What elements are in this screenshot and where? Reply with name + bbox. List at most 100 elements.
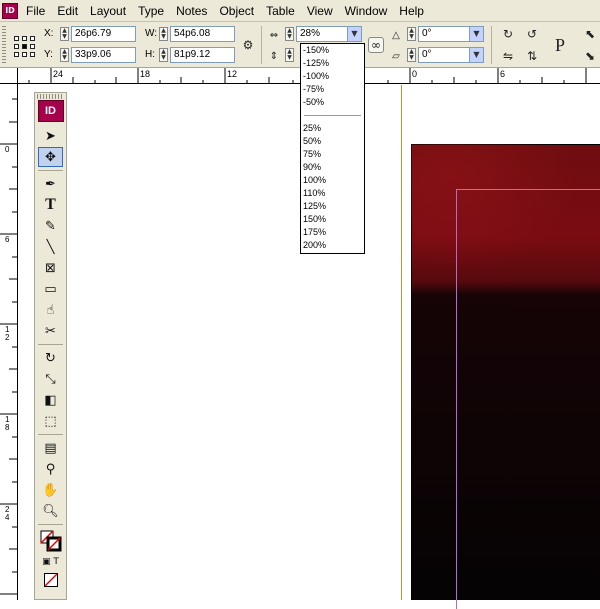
w-field[interactable]: 54p6.08 bbox=[170, 26, 235, 42]
ruler-ticks bbox=[0, 98, 17, 595]
x-field[interactable]: 26p6.79 bbox=[71, 26, 136, 42]
menu-layout[interactable]: Layout bbox=[84, 0, 132, 22]
zoom-option[interactable]: -75% bbox=[301, 83, 364, 96]
hruler-label: 18 bbox=[140, 69, 151, 79]
pencil-tool-icon[interactable]: ✎ bbox=[38, 216, 63, 236]
apply-none-icon[interactable] bbox=[38, 570, 63, 590]
zoom-option[interactable]: 75% bbox=[301, 148, 364, 161]
rotate-stepper[interactable]: ▲ ▼ bbox=[407, 27, 416, 41]
hand-tool-icon[interactable]: ✋ bbox=[38, 480, 63, 500]
vruler-label: 12 bbox=[5, 325, 10, 342]
button-tool-icon[interactable]: ☝ bbox=[38, 300, 63, 320]
scale-x-stepper[interactable]: ▲ ▼ bbox=[285, 27, 294, 41]
free-transform-tool-icon[interactable]: ⬚ bbox=[38, 411, 63, 431]
scale-y-stepper[interactable]: ▲ ▼ bbox=[285, 48, 294, 62]
gradient-tool-icon[interactable]: ◧ bbox=[38, 390, 63, 410]
scale-dropdown-list: -150% -125% -100% -75% -50% 25% 50% 75% … bbox=[300, 43, 365, 254]
eyedropper-tool-icon[interactable]: ⚲ bbox=[38, 459, 63, 479]
y-stepper[interactable]: ▲ ▼ bbox=[60, 48, 69, 62]
rectangle-frame-tool-icon[interactable]: ⊠ bbox=[38, 258, 63, 278]
y-label: Y: bbox=[44, 49, 53, 60]
zoom-option[interactable]: -100% bbox=[301, 70, 364, 83]
menu-type[interactable]: Type bbox=[132, 0, 170, 22]
link-icon[interactable]: ∞ bbox=[368, 37, 384, 53]
zoom-option[interactable]: 175% bbox=[301, 226, 364, 239]
shear-field[interactable]: 0° bbox=[418, 47, 470, 63]
scissors-tool-icon[interactable]: ✂ bbox=[38, 321, 63, 341]
flip-vertical-icon[interactable]: ⇅ bbox=[524, 48, 540, 64]
x-stepper[interactable]: ▲ ▼ bbox=[60, 27, 69, 41]
hruler-label: 24 bbox=[53, 69, 64, 79]
dropdown-separator bbox=[304, 115, 361, 116]
line-tool-icon[interactable]: ╲ bbox=[38, 237, 63, 257]
scale-tool-icon[interactable]: ⤡ bbox=[38, 369, 63, 389]
divider bbox=[491, 26, 492, 64]
zoom-option[interactable]: 90% bbox=[301, 161, 364, 174]
flip-horizontal-icon[interactable]: ⇋ bbox=[500, 48, 516, 64]
zoom-option[interactable]: 25% bbox=[301, 122, 364, 135]
zoom-option[interactable]: -150% bbox=[301, 44, 364, 57]
reference-point-selector[interactable] bbox=[14, 36, 36, 58]
direct-selection-tool-icon[interactable]: ✥ bbox=[38, 147, 63, 167]
vertical-ruler[interactable]: 0 6 12 18 24 bbox=[0, 84, 18, 600]
menu-file[interactable]: File bbox=[20, 0, 51, 22]
select-container-icon[interactable]: ⬉ bbox=[582, 26, 598, 42]
vruler-label: 24 bbox=[5, 505, 10, 522]
divider bbox=[261, 26, 262, 64]
w-stepper[interactable]: ▲ ▼ bbox=[159, 27, 168, 41]
scale-x-dropdown-button[interactable]: ▼ bbox=[347, 26, 362, 42]
note-tool-icon[interactable]: ▤ bbox=[38, 438, 63, 458]
app-icon[interactable]: ID bbox=[2, 2, 18, 19]
ruler-origin[interactable] bbox=[0, 68, 18, 84]
formatting-container-text-icon[interactable]: ▣ T bbox=[38, 555, 63, 569]
y-field[interactable]: 33p9.06 bbox=[71, 47, 136, 63]
scale-x-field[interactable]: 28% bbox=[296, 26, 348, 42]
rotate-dropdown-button[interactable]: ▼ bbox=[469, 26, 484, 42]
menu-table[interactable]: Table bbox=[260, 0, 301, 22]
zoom-option[interactable]: 150% bbox=[301, 213, 364, 226]
select-content-icon[interactable]: ⬊ bbox=[582, 48, 598, 64]
tool-separator bbox=[38, 344, 63, 345]
h-label: H: bbox=[145, 49, 155, 60]
menu-notes[interactable]: Notes bbox=[170, 0, 213, 22]
pen-tool-icon[interactable]: ✒ bbox=[38, 174, 63, 194]
zoom-option[interactable]: -125% bbox=[301, 57, 364, 70]
indesign-logo: ID bbox=[37, 100, 64, 122]
rotate-cw-icon[interactable]: ↻ bbox=[500, 26, 516, 42]
shear-stepper[interactable]: ▲ ▼ bbox=[407, 48, 416, 62]
zoom-option[interactable]: 125% bbox=[301, 200, 364, 213]
menu-help[interactable]: Help bbox=[393, 0, 430, 22]
zoom-option[interactable]: 200% bbox=[301, 239, 364, 252]
menu-edit[interactable]: Edit bbox=[51, 0, 84, 22]
rectangle-tool-icon[interactable]: ▭ bbox=[38, 279, 63, 299]
zoom-option[interactable]: 50% bbox=[301, 135, 364, 148]
zoom-option[interactable]: 100% bbox=[301, 174, 364, 187]
shear-dropdown-button[interactable]: ▼ bbox=[469, 47, 484, 63]
tool-separator bbox=[38, 524, 63, 525]
selection-tool-icon[interactable]: ➤ bbox=[38, 126, 63, 146]
tool-separator bbox=[38, 170, 63, 171]
page-edge bbox=[401, 85, 402, 600]
menu-window[interactable]: Window bbox=[339, 0, 394, 22]
constrain-proportions-icon[interactable]: ⚙ bbox=[240, 37, 256, 53]
h-stepper[interactable]: ▲ ▼ bbox=[159, 48, 168, 62]
rotate-ccw-icon[interactable]: ↺ bbox=[524, 26, 540, 42]
menu-view[interactable]: View bbox=[301, 0, 339, 22]
rotate-tool-icon[interactable]: ↻ bbox=[38, 348, 63, 368]
rotate-field[interactable]: 0° bbox=[418, 26, 470, 42]
zoom-option[interactable]: -50% bbox=[301, 96, 364, 109]
panel-grip[interactable] bbox=[37, 94, 64, 99]
hruler-label: 6 bbox=[500, 69, 506, 79]
hruler-label: 12 bbox=[227, 69, 238, 79]
menu-object[interactable]: Object bbox=[213, 0, 260, 22]
panel-grip[interactable] bbox=[2, 26, 6, 64]
fill-stroke-swatch-icon[interactable] bbox=[38, 528, 63, 554]
zoom-option[interactable]: 110% bbox=[301, 187, 364, 200]
vruler-label: 0 bbox=[5, 145, 10, 154]
scale-x-icon: ⇔ bbox=[269, 29, 279, 41]
hruler-label: 0 bbox=[412, 69, 418, 79]
h-field[interactable]: 81p9.12 bbox=[170, 47, 235, 63]
zoom-tool-icon[interactable]: 🔍︎ bbox=[38, 501, 63, 521]
type-tool-icon[interactable]: T bbox=[38, 195, 63, 215]
scale-y-icon: ⇕ bbox=[269, 50, 279, 62]
